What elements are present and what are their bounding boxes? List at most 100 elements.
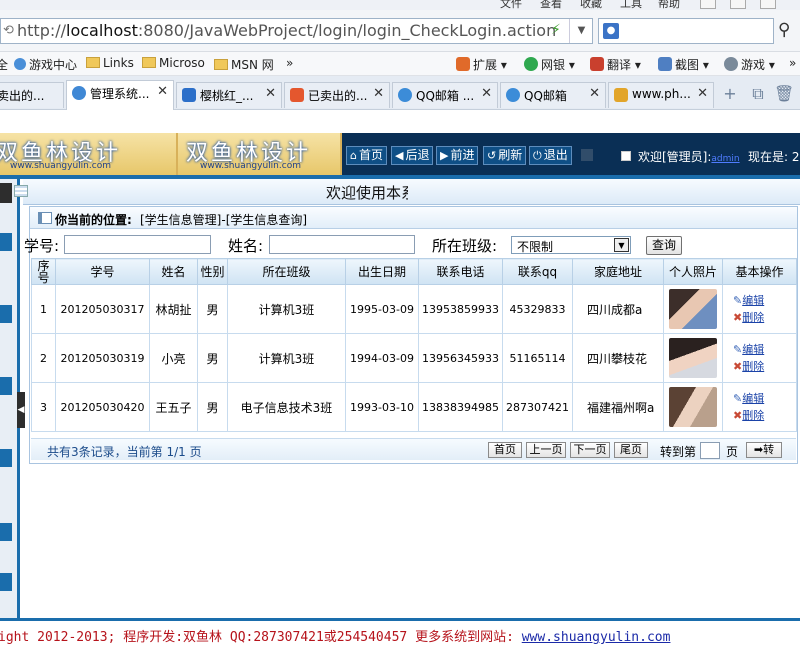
go-button[interactable]: ➡转 xyxy=(746,442,782,458)
fav-more[interactable]: » xyxy=(286,56,293,70)
nav-refresh-button[interactable]: ↺ 刷新 xyxy=(483,146,527,165)
prev-page-button[interactable]: 上一页 xyxy=(526,442,566,458)
fav-item-microsoft[interactable]: Microso xyxy=(142,56,205,70)
folder-icon xyxy=(86,57,100,68)
class-select[interactable]: 不限制 ▼ xyxy=(511,236,631,254)
tab-5[interactable]: QQ邮箱 ✕ xyxy=(500,82,606,108)
current-time: 现在是: 2 xyxy=(748,150,800,164)
new-tab-icon[interactable]: + xyxy=(720,84,740,104)
compat-mode-icon[interactable]: ⚡ xyxy=(551,22,561,38)
minimize-button[interactable] xyxy=(700,0,716,9)
menu-help[interactable]: 帮助 xyxy=(658,0,680,10)
cell-birth: 1993-03-10 xyxy=(345,382,419,432)
nav-logout-button[interactable]: ⏻ 退出 xyxy=(529,146,572,165)
cell-class: 计算机3班 xyxy=(227,333,346,383)
fav-item-0[interactable]: 全 xyxy=(0,56,8,73)
search-engine-icon[interactable]: ● xyxy=(603,23,619,39)
breadcrumb-path: [学生信息管理]-[学生信息查询] xyxy=(140,213,308,227)
trash-icon[interactable]: 🗑 xyxy=(774,84,794,104)
tool-games[interactable]: 游戏 ▾ xyxy=(724,56,775,73)
close-tab-icon[interactable]: ✕ xyxy=(373,86,384,101)
query-button[interactable]: 查询 xyxy=(646,236,682,255)
close-tab-icon[interactable]: ✕ xyxy=(589,86,600,101)
fav-item-msn[interactable]: MSN 网 xyxy=(214,56,274,73)
welcome-user[interactable]: admin xyxy=(711,154,739,164)
tab-2[interactable]: 樱桃红_... ✕ xyxy=(176,82,282,108)
nav-back-button[interactable]: ◀ 后退 xyxy=(391,146,434,165)
menu-file[interactable]: 文件 xyxy=(500,0,522,10)
table-row: 1 201205030317 林胡扯 男 计算机3班 1995-03-09 13… xyxy=(31,284,797,334)
address-dropdown-icon[interactable]: ▼ xyxy=(569,19,593,43)
maximize-button[interactable] xyxy=(730,0,746,9)
last-page-button[interactable]: 尾页 xyxy=(614,442,648,458)
side-tab[interactable] xyxy=(0,305,12,323)
edit-link[interactable]: 编辑 xyxy=(742,343,764,356)
tool-ebank[interactable]: 网银 ▾ xyxy=(524,56,575,73)
cell-student-no: 201205030319 xyxy=(55,333,150,383)
tab-3[interactable]: 已卖出的... ✕ xyxy=(284,82,390,108)
breadcrumb-label: 你当前的位置: xyxy=(55,213,132,227)
side-tab[interactable] xyxy=(0,449,12,467)
close-tab-icon[interactable]: ✕ xyxy=(157,84,168,99)
delete-link[interactable]: 删除 xyxy=(742,360,764,373)
tab-1[interactable]: 管理系统... ✕ xyxy=(66,80,174,110)
delete-link[interactable]: 删除 xyxy=(742,311,764,324)
collapse-handle[interactable]: ◀ xyxy=(17,392,25,428)
cell-address: 福建福州啊a xyxy=(572,382,664,432)
col-header-gender: 性别 xyxy=(197,258,228,285)
student-no-input[interactable] xyxy=(64,235,211,254)
edit-link[interactable]: 编辑 xyxy=(742,294,764,307)
tab-0[interactable]: 卖出的... xyxy=(0,82,64,108)
cell-class: 电子信息技术3班 xyxy=(227,382,346,432)
col-header-name: 姓名 xyxy=(149,258,198,285)
side-tab[interactable] xyxy=(0,377,12,395)
delete-link[interactable]: 删除 xyxy=(742,409,764,422)
page-title: 欢迎使用本系统 xyxy=(326,184,408,202)
header-separator xyxy=(581,149,593,161)
side-tab[interactable] xyxy=(0,233,12,251)
close-window-button[interactable] xyxy=(760,0,776,9)
tool-extensions[interactable]: 扩展 ▾ xyxy=(456,56,507,73)
cell-actions: ✎编辑 ✖删除 xyxy=(722,284,797,334)
power-icon: ⏻ xyxy=(533,149,542,162)
translate-icon xyxy=(590,57,604,71)
tool-translate[interactable]: 翻译 ▾ xyxy=(590,56,641,73)
fav-item-links[interactable]: Links xyxy=(86,56,134,70)
cell-phone: 13838394985 xyxy=(418,382,503,432)
class-select-value: 不限制 xyxy=(517,240,554,254)
footer-site-link[interactable]: www.shuangyulin.com xyxy=(522,630,671,645)
gamepad-icon xyxy=(724,57,738,71)
menu-tools[interactable]: 工具 xyxy=(620,0,642,10)
browser-search-input[interactable]: ● xyxy=(598,18,774,44)
address-url[interactable]: http://localhost:8080/JavaWebProject/log… xyxy=(17,21,556,40)
ie-icon xyxy=(14,58,26,70)
side-tab[interactable] xyxy=(0,183,12,203)
tab-6[interactable]: www.ph... ✕ xyxy=(608,82,714,108)
cell-qq: 287307421 xyxy=(502,382,573,432)
menu-favorites[interactable]: 收藏 xyxy=(580,0,602,10)
col-header-seq: 序号 xyxy=(31,258,56,285)
restore-tab-icon[interactable]: ⧉ xyxy=(748,84,768,104)
table-row: 2 201205030319 小亮 男 计算机3班 1994-03-09 139… xyxy=(31,333,797,383)
close-tab-icon[interactable]: ✕ xyxy=(481,86,492,101)
close-tab-icon[interactable]: ✕ xyxy=(265,86,276,101)
search-icon[interactable]: ⚲ xyxy=(778,20,790,40)
jump-page-input[interactable] xyxy=(700,442,720,459)
cell-birth: 1994-03-09 xyxy=(345,333,419,383)
nav-forward-button[interactable]: ▶ 前进 xyxy=(436,146,479,165)
tool-more[interactable]: » xyxy=(789,56,796,70)
tab-4[interactable]: QQ邮箱 ... ✕ xyxy=(392,82,498,108)
address-bar[interactable]: ⟲ http://localhost:8080/JavaWebProject/l… xyxy=(0,18,593,44)
fav-item-games[interactable]: 游戏中心 xyxy=(14,56,77,73)
side-tab[interactable] xyxy=(0,573,12,591)
tool-screenshot[interactable]: 截图 ▾ xyxy=(658,56,709,73)
first-page-button[interactable]: 首页 xyxy=(488,442,522,458)
name-input[interactable] xyxy=(269,235,415,254)
menu-view[interactable]: 查看 xyxy=(540,0,562,10)
delete-icon: ✖ xyxy=(733,409,743,422)
side-tab[interactable] xyxy=(0,523,12,541)
next-page-button[interactable]: 下一页 xyxy=(570,442,610,458)
nav-home-button[interactable]: ⌂ 首页 xyxy=(346,146,387,165)
close-tab-icon[interactable]: ✕ xyxy=(697,86,708,101)
edit-link[interactable]: 编辑 xyxy=(742,392,764,405)
